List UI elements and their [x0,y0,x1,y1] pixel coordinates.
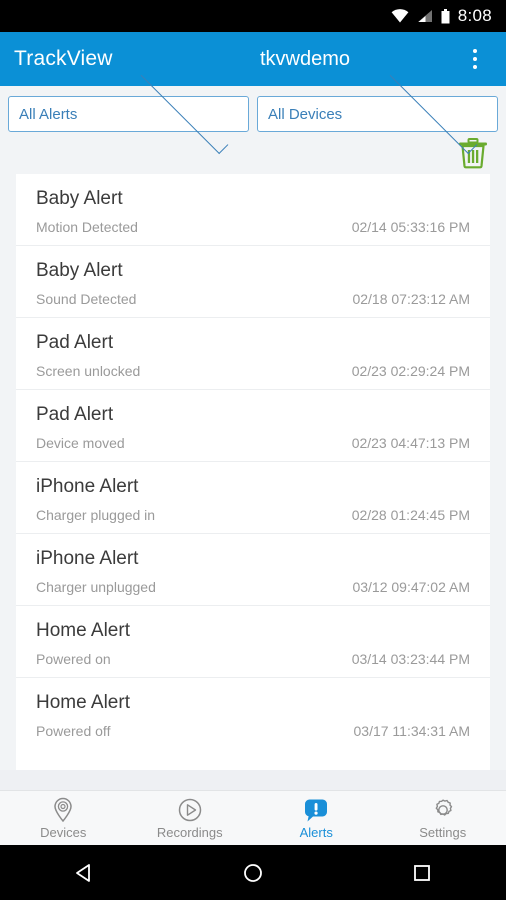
alert-description: Charger plugged in [36,507,156,523]
alert-row[interactable]: iPhone Alert Charger unplugged 03/12 09:47… [16,534,490,606]
android-navigation-bar [0,845,506,900]
alert-description: Sound Detected [36,291,137,307]
alert-title: Baby Alert [36,188,123,209]
device-filter-select[interactable]: All Devices [257,65,498,154]
alert-meta: Charger unplugged 03/12 09:47:02 AM [36,579,470,595]
tab-settings[interactable]: Settings [380,791,506,845]
alert-timestamp: 03/17 11:34:31 AM [353,723,471,739]
app-title: TrackView [14,47,113,70]
tab-alerts[interactable]: Alerts [253,791,380,845]
alert-meta: Charger plugged in 02/28 01:24:45 PM [36,507,470,523]
alert-row[interactable]: Home Alert Powered off 03/17 11:34:31 AM [16,678,490,749]
status-clock: 8:08 [457,6,492,25]
tab-label: Alerts [299,824,333,840]
alert-timestamp: 02/23 04:47:13 PM [351,435,470,451]
recents-square-icon [413,864,430,881]
alert-timestamp: 02/18 07:23:12 AM [352,291,470,307]
alert-row[interactable]: Home Alert Powered on 03/14 03:23:44 PM [16,606,490,678]
bottom-tab-bar: Devices Recordings Alerts Settings [0,790,506,845]
alerts-card: Baby Alert Motion Detected 02/14 05:33:16 … [16,174,490,770]
alert-description: Powered off [36,723,111,739]
play-circle-icon [178,798,201,821]
alert-row[interactable]: Baby Alert Motion Detected 02/14 05:33:16 … [16,174,490,246]
map-pin-icon [54,797,73,822]
delete-all-row [0,132,506,174]
alert-title: iPhone Alert [36,476,139,497]
overflow-menu-button[interactable] [454,32,496,86]
alert-row[interactable]: Pad Alert Device moved 02/23 04:47:13 PM [16,390,490,462]
gear-icon [435,799,452,816]
tab-devices[interactable]: Devices [0,791,127,845]
alert-row[interactable]: iPhone Alert Charger plugged in 02/28 01:2… [16,462,490,534]
status-bar: 8:08 [0,0,506,32]
app-bar: TrackView tkvwdemo [0,32,506,86]
battery-icon [441,8,450,23]
alert-row[interactable]: Baby Alert Sound Detected 02/18 07:23:12 A… [16,246,490,318]
alert-description: Device moved [36,435,125,451]
alert-bubble-icon [305,799,328,821]
alert-meta: Device moved 02/23 04:47:13 PM [36,435,470,451]
alert-title: iPhone Alert [36,548,139,569]
tab-label: Devices [40,824,87,840]
alert-type-filter-value: All Alerts [19,105,78,123]
alert-meta: Motion Detected 02/14 05:33:16 PM [36,219,470,235]
alert-description: Screen unlocked [36,363,141,379]
alert-title: Pad Alert [36,332,114,353]
home-circle-icon [244,863,262,882]
alert-meta: Sound Detected 02/18 07:23:12 AM [36,291,470,307]
alert-meta: Powered off 03/17 11:34:31 AM [36,723,470,739]
alert-timestamp: 03/12 09:47:02 AM [352,579,470,595]
filter-row: All Alerts All Devices [0,65,506,154]
tab-recordings[interactable]: Recordings [127,791,254,845]
device-filter-value: All Devices [268,105,343,123]
nav-recents-button[interactable] [387,845,457,900]
alert-type-filter-select[interactable]: All Alerts [8,65,249,154]
alert-description: Powered on [36,651,111,667]
overflow-dot [473,65,477,69]
tab-label: Settings [419,824,467,840]
overflow-dot [473,57,477,61]
alert-timestamp: 02/14 05:33:16 PM [351,219,470,235]
account-name: tkvwdemo [259,47,351,70]
nav-back-button[interactable] [49,845,119,900]
alert-description: Motion Detected [36,219,138,235]
nav-home-button[interactable] [218,845,288,900]
alert-title: Baby Alert [36,260,123,281]
alert-meta: Screen unlocked 02/23 02:29:24 PM [36,363,470,379]
alerts-list-container[interactable]: Baby Alert Motion Detected 02/14 05:33:16 … [0,174,506,770]
signal-icon [417,10,432,22]
alert-timestamp: 02/23 02:29:24 PM [351,363,470,379]
alert-title: Pad Alert [36,404,114,425]
wifi-icon [391,9,409,23]
overflow-dot [473,49,477,53]
alert-meta: Powered on 03/14 03:23:44 PM [36,651,470,667]
alert-title: Home Alert [36,620,130,641]
alert-title: Home Alert [36,692,130,713]
tab-label: Recordings [156,824,223,840]
alert-timestamp: 02/28 01:24:45 PM [351,507,470,523]
phone-screen: 8:08 TrackView tkvwdemo All Alerts All D… [0,0,506,900]
back-triangle-icon [76,863,91,882]
alert-description: Charger unplugged [36,579,156,595]
alert-row[interactable]: Pad Alert Screen unlocked 02/23 02:29:24 P… [16,318,490,390]
alert-timestamp: 03/14 03:23:44 PM [351,651,470,667]
